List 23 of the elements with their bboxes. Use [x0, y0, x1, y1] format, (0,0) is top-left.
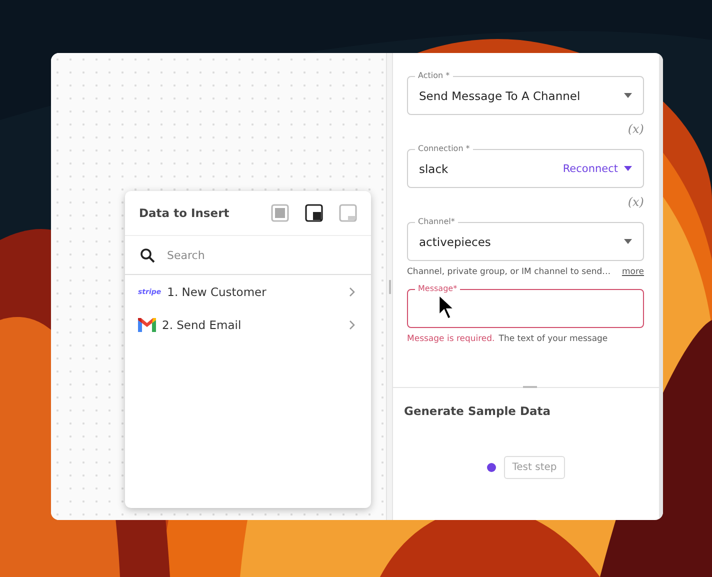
- field-label: Message*: [415, 284, 460, 294]
- field-label: Connection *: [415, 144, 473, 154]
- field-label: Channel*: [415, 217, 458, 227]
- status-dot: [487, 463, 496, 472]
- step-item[interactable]: 2. Send Email: [125, 308, 371, 341]
- more-link[interactable]: more: [622, 267, 644, 277]
- helper-text: Channel, private group, or IM channel to send…: [407, 267, 611, 277]
- view-mode-icon[interactable]: [305, 204, 323, 222]
- caret-icon: [624, 166, 632, 171]
- helper-text: Message is required. The text of your message: [407, 334, 608, 344]
- mail-icon: [138, 318, 156, 332]
- search-icon: [140, 248, 155, 262]
- caret-icon: [624, 93, 632, 98]
- reconnect-link[interactable]: Reconnect: [562, 162, 618, 174]
- variable-toggle[interactable]: (x): [628, 122, 644, 136]
- search-field[interactable]: Search: [165, 248, 319, 262]
- chevron-right-icon: [349, 286, 355, 296]
- chevron-right-icon: [349, 320, 355, 330]
- variable-toggle[interactable]: (x): [628, 195, 644, 209]
- section-title: Generate Sample Data: [404, 404, 551, 418]
- field-label: Action *: [415, 71, 453, 81]
- panel-title: Data to Insert: [139, 206, 230, 220]
- caret-icon: [624, 239, 632, 244]
